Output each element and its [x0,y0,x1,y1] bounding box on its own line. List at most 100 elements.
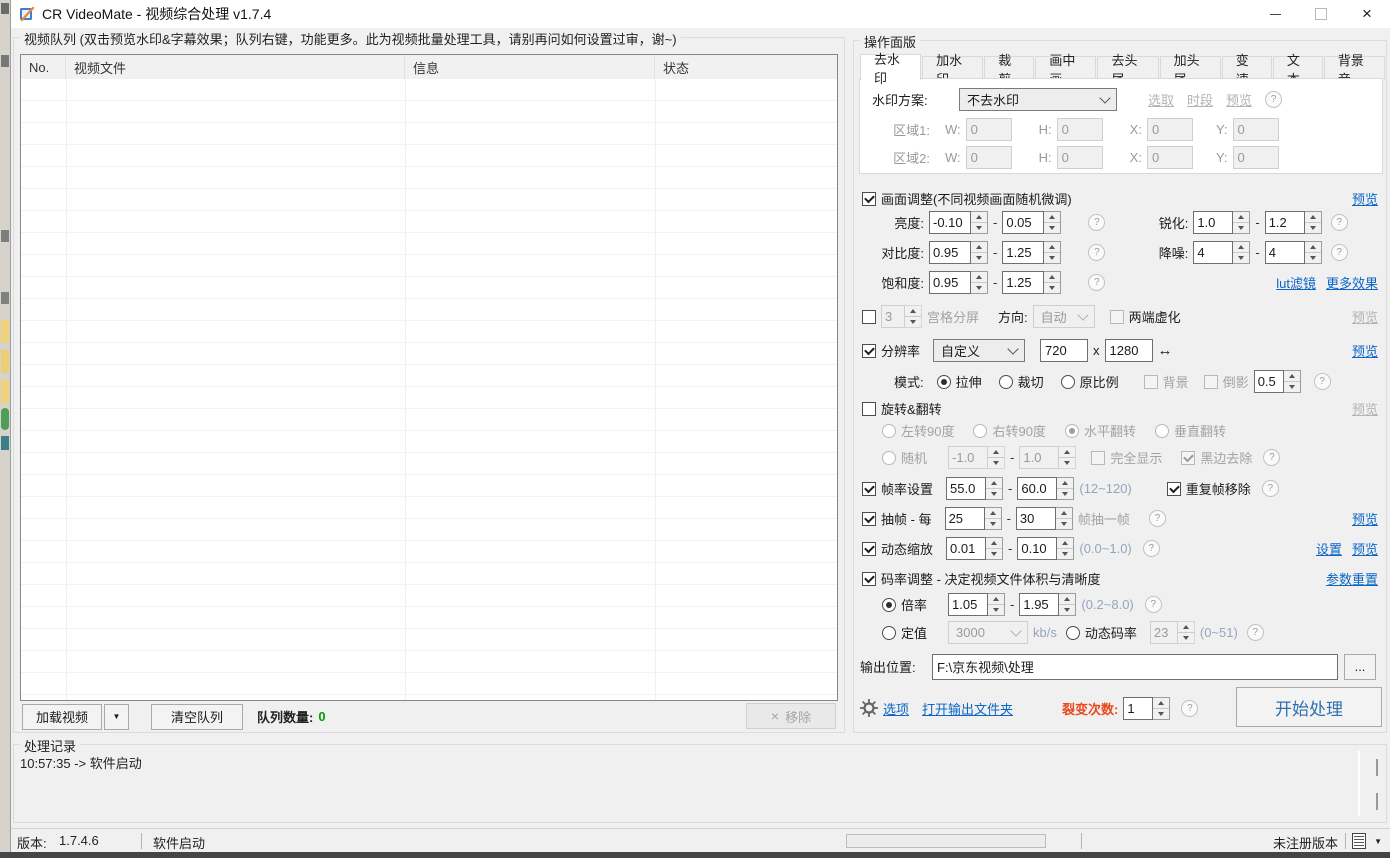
rotate-preview-link[interactable]: 预览 [1352,399,1378,418]
spinner-down-button[interactable] [1044,222,1060,233]
swap-dimensions-icon[interactable]: ↔ [1158,342,1173,359]
zoom-max-spinner[interactable]: 0.10 [1017,537,1074,560]
rotate-checkbox[interactable] [862,402,876,416]
spinner-down-button[interactable] [988,604,1004,615]
column-header-info[interactable]: 信息 [405,55,655,79]
spinner-down-button[interactable] [986,548,1002,559]
help-icon[interactable]: ? [1331,214,1348,231]
spinner-up-button[interactable] [1044,242,1060,252]
background-checkbox[interactable] [1144,375,1158,389]
crop-radio[interactable] [999,375,1013,389]
original-ratio-radio[interactable] [1061,375,1075,389]
tab-crop[interactable]: 裁剪 [984,56,1034,80]
zoom-min-spinner[interactable]: 0.01 [946,537,1003,560]
remove-black-edge-checkbox[interactable] [1181,451,1195,465]
load-video-dropdown-button[interactable]: ▼ [104,704,129,730]
spinner-up-button[interactable] [1056,508,1072,518]
help-icon[interactable]: ? [1088,214,1105,231]
help-icon[interactable]: ? [1262,480,1279,497]
spinner-up-button[interactable] [1057,478,1073,488]
region1-x-input[interactable]: 0 [1147,118,1193,141]
resolution-preview-link[interactable]: 预览 [1352,341,1378,360]
help-icon[interactable]: ? [1181,700,1198,717]
watermark-pick-link[interactable]: 选取 [1148,90,1174,109]
statusbar-dropdown-icon[interactable]: ▼ [1374,837,1382,846]
denoise-max-spinner[interactable]: 4 [1265,241,1322,264]
spinner-up-button[interactable] [905,306,921,316]
framerate-checkbox[interactable] [862,482,876,496]
log-scroll-up-button[interactable] [1376,761,1378,776]
adjust-preview-link[interactable]: 预览 [1352,189,1378,208]
spinner-up-button[interactable] [1178,622,1194,632]
brightness-min-spinner[interactable]: -0.10 [929,211,988,234]
extract-preview-link[interactable]: 预览 [1352,509,1378,528]
spinner-down-button[interactable] [1178,632,1194,643]
multiplier-radio[interactable] [882,598,896,612]
help-icon[interactable]: ? [1263,449,1280,466]
random-rotate-radio[interactable] [882,451,896,465]
help-icon[interactable]: ? [1088,274,1105,291]
log-list-icon[interactable] [1352,833,1366,849]
fixed-value-radio[interactable] [882,626,896,640]
spinner-down-button[interactable] [1233,222,1249,233]
spinner-up-button[interactable] [986,478,1002,488]
spinner-down-button[interactable] [1233,252,1249,263]
watermark-period-link[interactable]: 时段 [1187,90,1213,109]
spinner-down-button[interactable] [1059,457,1075,468]
multiplier-max-spinner[interactable]: 1.95 [1019,593,1076,616]
region1-h-input[interactable]: 0 [1057,118,1103,141]
tab-add-head-tail[interactable]: 加头尾 [1160,56,1221,80]
spinner-up-button[interactable] [1044,212,1060,222]
output-path-input[interactable]: F:\京东视频\处理 [932,654,1338,680]
column-header-no[interactable]: No. [21,55,66,79]
close-button[interactable]: × [1344,0,1390,28]
zoom-settings-link[interactable]: 设置 [1316,539,1342,558]
spinner-down-button[interactable] [1305,252,1321,263]
help-icon[interactable]: ? [1331,244,1348,261]
fade-ends-checkbox[interactable] [1110,310,1124,324]
spinner-up-button[interactable] [988,594,1004,604]
spinner-up-button[interactable] [1059,594,1075,604]
watermark-preview-link[interactable]: 预览 [1226,90,1252,109]
lut-filter-link[interactable]: lut滤镜 [1276,273,1316,292]
frame-extract-checkbox[interactable] [862,512,876,526]
framerate-max-spinner[interactable]: 60.0 [1017,477,1074,500]
spinner-down-button[interactable] [1057,548,1073,559]
multiplier-min-spinner[interactable]: 1.05 [948,593,1005,616]
remove-button[interactable]: × 移除 [746,703,836,729]
fixed-bitrate-select[interactable]: 3000 [948,621,1028,644]
help-icon[interactable]: ? [1088,244,1105,261]
spinner-up-button[interactable] [986,538,1002,548]
tab-remove-watermark[interactable]: 去水印 [860,54,921,80]
spinner-down-button[interactable] [971,222,987,233]
tab-picture-in-picture[interactable]: 画中画 [1035,56,1096,80]
contrast-min-spinner[interactable]: 0.95 [929,241,988,264]
parameter-reset-link[interactable]: 参数重置 [1326,569,1378,588]
brightness-max-spinner[interactable]: 0.05 [1002,211,1061,234]
region2-h-input[interactable]: 0 [1057,146,1103,169]
denoise-min-spinner[interactable]: 4 [1193,241,1250,264]
dedup-frames-checkbox[interactable] [1167,482,1181,496]
minimize-button[interactable] [1252,0,1298,28]
grid-preview-link[interactable]: 预览 [1352,307,1378,326]
spinner-up-button[interactable] [971,272,987,282]
spinner-down-button[interactable] [1284,381,1300,392]
column-header-status[interactable]: 状态 [655,55,837,79]
bitrate-checkbox[interactable] [862,572,876,586]
spinner-down-button[interactable] [1056,518,1072,529]
spinner-up-button[interactable] [1305,242,1321,252]
resolution-checkbox[interactable] [862,344,876,358]
region2-w-input[interactable]: 0 [966,146,1012,169]
maximize-button[interactable] [1298,0,1344,28]
spinner-down-button[interactable] [1057,488,1073,499]
spinner-up-button[interactable] [985,508,1001,518]
region2-y-input[interactable]: 0 [1233,146,1279,169]
open-output-folder-link[interactable]: 打开输出文件夹 [922,699,1013,718]
spinner-down-button[interactable] [971,252,987,263]
browse-button[interactable]: ... [1344,654,1376,680]
watermark-scheme-select[interactable]: 不去水印 [959,88,1117,111]
spinner-up-button[interactable] [1059,447,1075,457]
column-header-file[interactable]: 视频文件 [66,55,405,79]
tab-background-audio[interactable]: 背景音 [1324,56,1385,80]
start-processing-button[interactable]: 开始处理 [1236,687,1382,727]
